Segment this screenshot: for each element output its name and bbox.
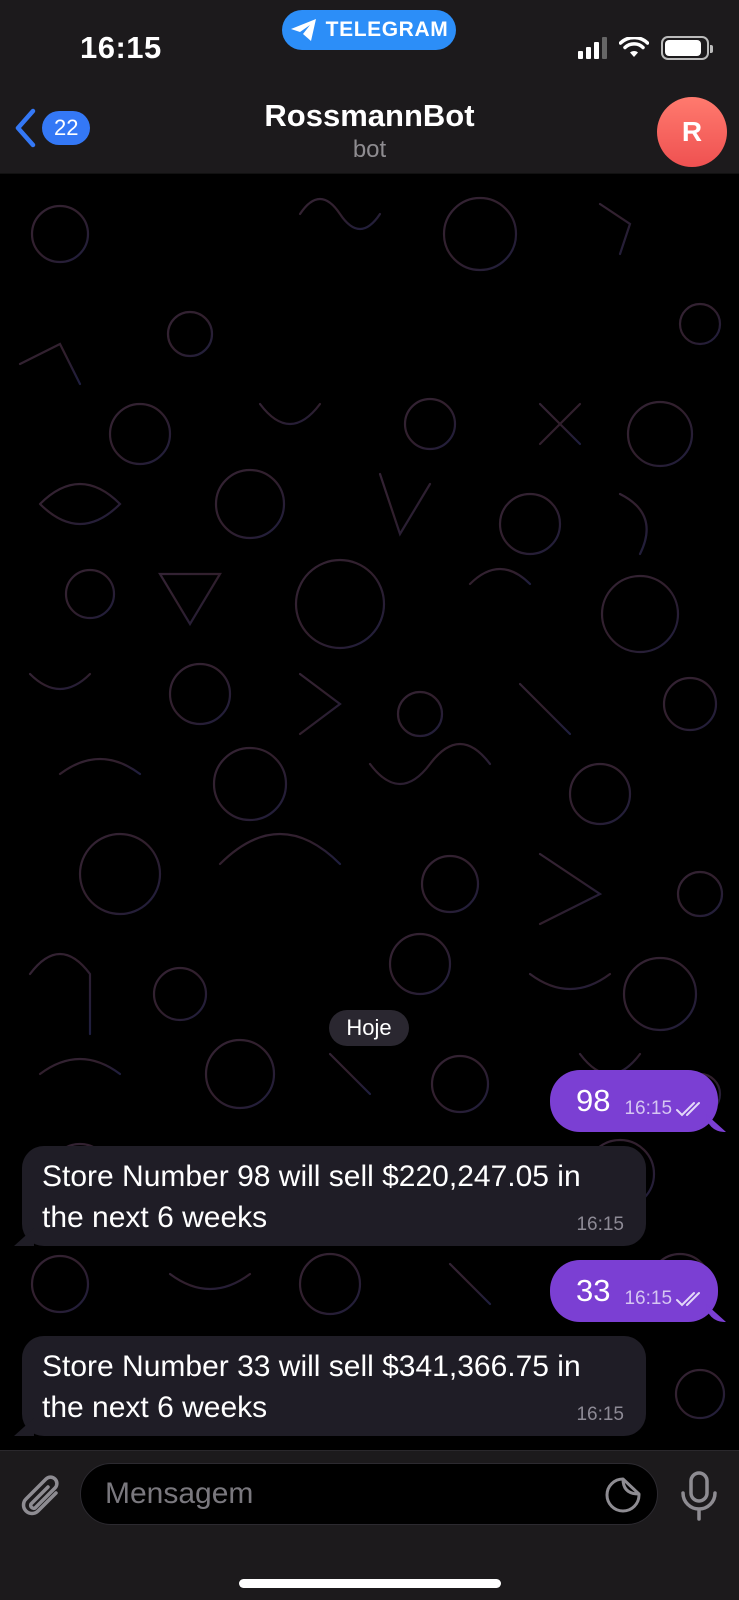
message-time: 16:15 bbox=[624, 1288, 673, 1309]
incoming-message-bubble[interactable]: Store Number 98 will sell $220,247.05 in… bbox=[22, 1146, 646, 1246]
sticker-icon[interactable] bbox=[604, 1476, 642, 1514]
chat-header: 22 RossmannBot bot R bbox=[0, 92, 739, 174]
incoming-message-bubble[interactable]: Store Number 33 will sell $341,366.75 in… bbox=[22, 1336, 646, 1436]
message-meta: 16:15 bbox=[624, 1098, 706, 1120]
telegram-plane-icon bbox=[290, 19, 316, 41]
doodle-wallpaper bbox=[18, 196, 726, 1420]
microphone-icon[interactable] bbox=[680, 1471, 718, 1521]
battery-icon bbox=[661, 36, 713, 60]
double-check-icon bbox=[676, 1292, 701, 1307]
message-composer bbox=[0, 1450, 739, 1600]
message-meta: 16:15 bbox=[624, 1288, 706, 1310]
outgoing-message-bubble[interactable]: 33 16:15 bbox=[550, 1260, 718, 1322]
message-text: 98 bbox=[576, 1083, 611, 1118]
message-text: Store Number 33 will sell $341,366.75 in… bbox=[42, 1350, 581, 1424]
message-text: 33 bbox=[576, 1273, 611, 1308]
chat-subtitle: bot bbox=[352, 136, 387, 163]
message-time: 16:15 bbox=[576, 1404, 624, 1425]
outgoing-message-bubble[interactable]: 98 16:15 bbox=[550, 1070, 718, 1132]
status-bar: 16:15 TELEGRAM bbox=[0, 0, 739, 92]
date-chip: Hoje bbox=[329, 1010, 409, 1046]
chat-title[interactable]: RossmannBot bbox=[0, 98, 739, 134]
telegram-pill-label: TELEGRAM bbox=[325, 18, 449, 41]
double-check-icon bbox=[676, 1102, 701, 1117]
avatar[interactable]: R bbox=[657, 97, 727, 167]
paperclip-icon[interactable] bbox=[20, 1473, 66, 1523]
telegram-return-pill[interactable]: TELEGRAM bbox=[282, 10, 456, 50]
home-indicator[interactable] bbox=[239, 1579, 501, 1588]
status-time: 16:15 bbox=[80, 30, 162, 65]
wifi-icon bbox=[619, 37, 649, 57]
message-time: 16:15 bbox=[624, 1098, 673, 1119]
status-icons bbox=[578, 36, 713, 60]
chat-area[interactable]: Hoje 98 16:15 Store Number 98 will sell … bbox=[0, 174, 739, 1450]
cellular-signal-icon bbox=[578, 37, 607, 59]
message-input[interactable] bbox=[80, 1463, 658, 1525]
message-time: 16:15 bbox=[576, 1214, 624, 1235]
message-text: Store Number 98 will sell $220,247.05 in… bbox=[42, 1160, 581, 1234]
